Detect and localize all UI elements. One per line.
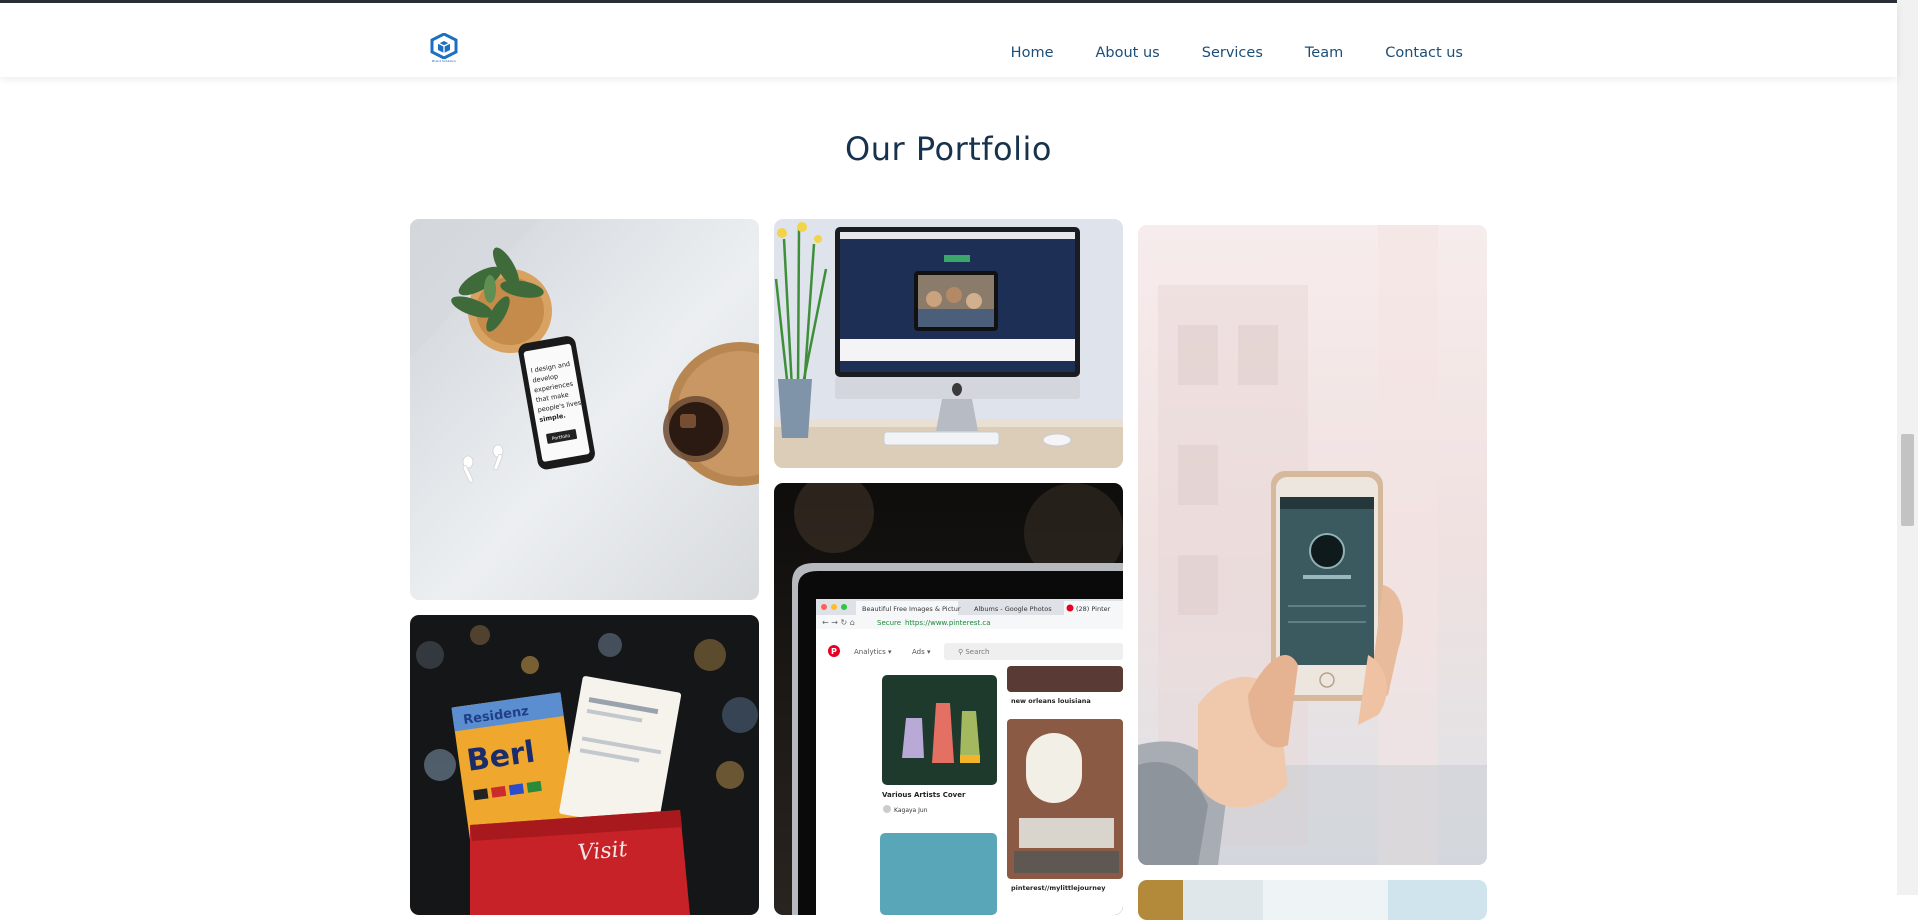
svg-text:Ads ▾: Ads ▾ — [912, 648, 931, 656]
phone-desk-photo: I design and develop experiences that ma… — [410, 219, 759, 600]
main-nav: Home About us Services Team Contact us — [1011, 45, 1463, 61]
site-header: Brand Solutions Home About us Services T… — [0, 3, 1897, 77]
nav-team[interactable]: Team — [1305, 45, 1343, 61]
section-title: Our Portfolio — [845, 130, 1052, 168]
svg-text:Albums - Google Photos: Albums - Google Photos — [974, 605, 1052, 613]
svg-text:https://www.pinterest.ca: https://www.pinterest.ca — [905, 619, 991, 627]
imac-photo — [774, 219, 1123, 468]
svg-text:P: P — [831, 647, 837, 656]
laptop-pinterest-photo: Beautiful Free Images & Pictur Albums - … — [774, 483, 1123, 915]
svg-text:Beautiful Free Images & Pictur: Beautiful Free Images & Pictur — [862, 605, 961, 613]
svg-text:⚲ Search: ⚲ Search — [958, 648, 989, 656]
page-scrollbar[interactable] — [1897, 0, 1918, 895]
svg-text:new orleans louisiana: new orleans louisiana — [1011, 697, 1091, 705]
scrollbar-thumb[interactable] — [1901, 434, 1914, 526]
portfolio-item-laptop-pinterest[interactable]: Beautiful Free Images & Pictur Albums - … — [774, 483, 1123, 915]
logo-text: Brand Solutions — [432, 59, 456, 63]
partial-photo — [1138, 880, 1487, 920]
svg-text:← → ↻ ⌂: ← → ↻ ⌂ — [822, 618, 855, 627]
portfolio-item-travel-tickets[interactable]: Residenz Berl Visit — [410, 615, 759, 915]
nav-home[interactable]: Home — [1011, 45, 1054, 61]
portfolio-item-hand-phone[interactable] — [1138, 225, 1487, 865]
svg-text:Various Artists Cover: Various Artists Cover — [882, 791, 966, 799]
hand-phone-photo — [1138, 225, 1487, 865]
brand-logo[interactable]: Brand Solutions — [429, 33, 459, 69]
portfolio-item-imac[interactable] — [774, 219, 1123, 468]
svg-text:Visit: Visit — [577, 837, 629, 866]
cube-logo-icon — [430, 33, 458, 59]
svg-text:(28) Pinter: (28) Pinter — [1076, 605, 1111, 613]
portfolio-item-phone-desk[interactable]: I design and develop experiences that ma… — [410, 219, 759, 600]
svg-text:Kagaya Jun: Kagaya Jun — [894, 807, 928, 814]
nav-about-us[interactable]: About us — [1096, 45, 1160, 61]
portfolio-item-partial[interactable] — [1138, 880, 1487, 920]
svg-text:Secure: Secure — [877, 619, 901, 627]
svg-text:pinterest//mylittlejourney: pinterest//mylittlejourney — [1011, 884, 1106, 892]
svg-text:Analytics ▾: Analytics ▾ — [854, 648, 892, 656]
nav-services[interactable]: Services — [1202, 45, 1263, 61]
nav-contact-us[interactable]: Contact us — [1385, 45, 1463, 61]
travel-tickets-photo: Residenz Berl Visit — [410, 615, 759, 915]
